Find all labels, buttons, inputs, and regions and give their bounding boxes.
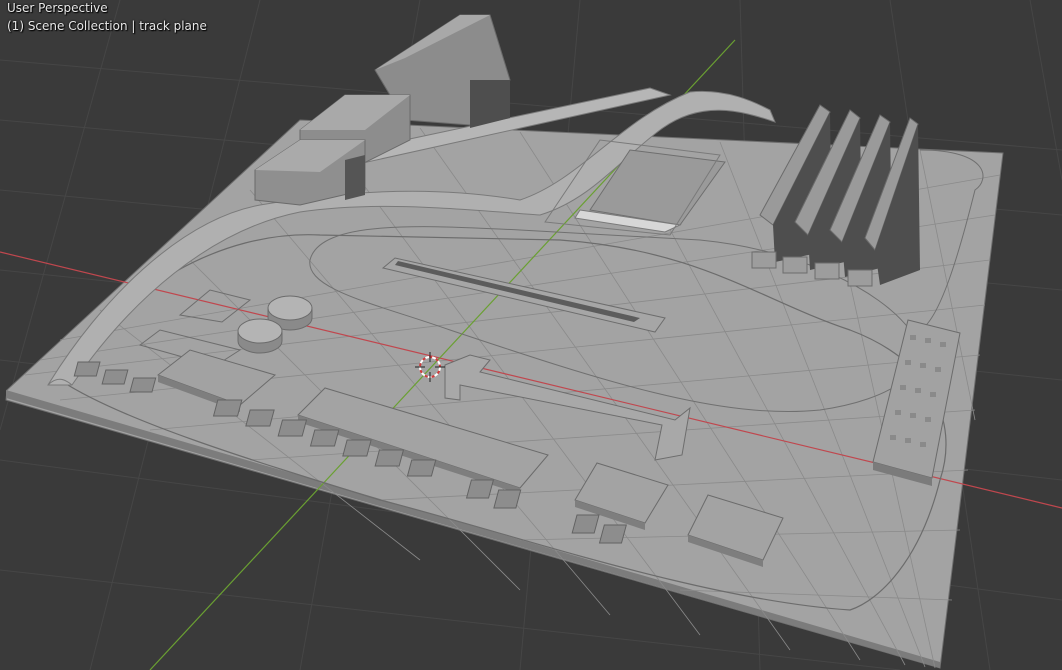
view-name-label: User Perspective — [7, 1, 108, 15]
collection-label: (1) Scene Collection | track plane — [7, 19, 207, 33]
viewport-canvas[interactable] — [0, 0, 1062, 670]
3d-viewport[interactable]: User Perspective (1) Scene Collection | … — [0, 0, 1062, 670]
